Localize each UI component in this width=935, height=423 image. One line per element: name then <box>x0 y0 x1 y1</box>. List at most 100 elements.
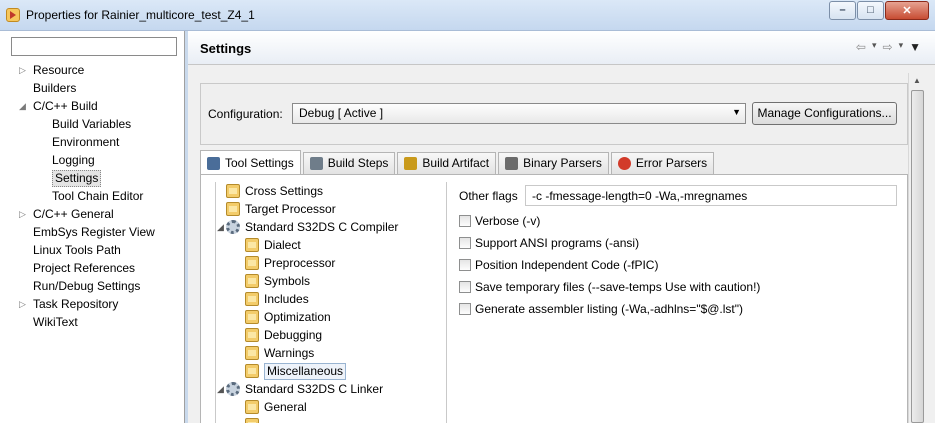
tree-item-standard-s32ds-c-compiler[interactable]: ◢ Standard S32DS C Compiler <box>216 218 446 236</box>
tool-gear-icon <box>226 220 240 234</box>
option-folder-icon <box>245 328 259 342</box>
tree-item-includes[interactable]: Includes <box>216 290 446 308</box>
view-menu-icon[interactable]: ▼ <box>909 40 921 54</box>
tree-item-label: Includes <box>264 292 309 306</box>
properties-nav-list: ▷ Resource Builders ◢ C/C++ Build Build Varia… <box>0 61 185 331</box>
page-title: Settings <box>200 41 252 56</box>
back-icon[interactable]: ⇦ <box>856 40 866 54</box>
sidebar-item-logging[interactable]: Logging <box>0 151 185 169</box>
sidebar-item-label: Settings <box>52 170 102 187</box>
tree-item-label: Symbols <box>264 274 311 288</box>
tree-item-miscellaneous[interactable]: Miscellaneous <box>216 362 446 380</box>
collapse-icon[interactable]: ◢ <box>19 97 29 115</box>
minimize-icon: – <box>839 4 846 16</box>
tab-tool-settings[interactable]: Tool Settings <box>200 150 301 174</box>
history-nav: ⇦ ▾ ⇨ ▾ ▼ <box>856 40 921 54</box>
filter-input[interactable] <box>11 37 177 56</box>
sidebar-item-embsys-register-view[interactable]: EmbSys Register View <box>0 223 185 241</box>
tree-item-symbols[interactable]: Symbols <box>216 272 446 290</box>
tree-item-general[interactable]: General <box>216 398 446 416</box>
settings-content: Configuration: Debug [ Active ] ▼ Manage… <box>200 73 908 423</box>
tree-item-target-processor[interactable]: Target Processor <box>216 200 446 218</box>
tab-build-steps[interactable]: Build Steps <box>302 152 396 174</box>
maximize-button[interactable]: □ <box>857 1 884 20</box>
tab-binary-parsers[interactable]: Binary Parsers <box>498 152 609 174</box>
tree-item-dialect[interactable]: Dialect <box>216 236 446 254</box>
tool-gear-icon <box>226 382 240 396</box>
forward-dropdown-icon[interactable]: ▾ <box>899 40 904 54</box>
checkbox[interactable] <box>459 259 471 271</box>
option-folder-icon <box>245 238 259 252</box>
minimize-button[interactable]: – <box>829 1 856 20</box>
vertical-scrollbar[interactable]: ▲ <box>908 73 925 423</box>
sidebar-item-builders[interactable]: Builders <box>0 79 185 97</box>
tree-item-label: Miscellaneous <box>264 363 347 380</box>
sidebar-item-tool-chain-editor[interactable]: Tool Chain Editor <box>0 187 185 205</box>
tree-item-cross-settings[interactable]: Cross Settings <box>216 182 446 200</box>
sidebar-item-c-c-general[interactable]: ▷ C/C++ General <box>0 205 185 223</box>
checkbox-label: Position Independent Code (-fPIC) <box>475 258 659 272</box>
configuration-value: Debug [ Active ] <box>299 106 384 120</box>
expand-icon[interactable]: ▷ <box>19 61 29 79</box>
sidebar-item-task-repository[interactable]: ▷ Task Repository <box>0 295 185 313</box>
tree-item-label: Warnings <box>264 346 315 360</box>
checkbox-label: Verbose (-v) <box>475 214 541 228</box>
collapse-icon[interactable]: ◢ <box>217 218 224 236</box>
sidebar-item-c-c-build[interactable]: ◢ C/C++ Build <box>0 97 185 115</box>
tab-build-artifact[interactable]: Build Artifact <box>397 152 497 174</box>
sidebar-item-settings[interactable]: Settings <box>0 169 185 187</box>
settings-page: Settings ⇦ ▾ ⇨ ▾ ▼ Configuration: Debug … <box>188 31 935 423</box>
close-button[interactable]: ✕ <box>885 1 929 20</box>
error-parsers-icon <box>617 157 631 170</box>
tree-item-preprocessor[interactable]: Preprocessor <box>216 254 446 272</box>
configuration-select[interactable]: Debug [ Active ] ▼ <box>292 103 746 124</box>
configuration-label: Configuration: <box>208 107 283 121</box>
tool-settings-panel: Cross Settings Target Processor ◢ Standard … <box>200 174 908 423</box>
sidebar-item-label: WikiText <box>33 315 78 329</box>
expand-icon[interactable]: ▷ <box>19 295 29 313</box>
window-controls: – □ ✕ <box>828 1 929 20</box>
tree-item-warnings[interactable]: Warnings <box>216 344 446 362</box>
sidebar-item-environment[interactable]: Environment <box>0 133 185 151</box>
back-dropdown-icon[interactable]: ▾ <box>872 40 877 54</box>
tree-item-label: Optimization <box>264 310 331 324</box>
sidebar-item-wikitext[interactable]: WikiText <box>0 313 185 331</box>
checkbox[interactable] <box>459 215 471 227</box>
app-icon <box>6 8 20 22</box>
other-flags-input[interactable]: -c -fmessage-length=0 -Wa,-mregnames <box>525 185 897 206</box>
sidebar-item-resource[interactable]: ▷ Resource <box>0 61 185 79</box>
window-titlebar[interactable]: Properties for Rainier_multicore_test_Z4… <box>0 0 935 31</box>
tree-item-label: Debugging <box>264 328 323 342</box>
sidebar-item-build-variables[interactable]: Build Variables <box>0 115 185 133</box>
checkbox-label: Save temporary files (--save-temps Use w… <box>475 280 761 294</box>
checkbox[interactable] <box>459 281 471 293</box>
build-steps-icon <box>309 157 323 170</box>
tree-item-label: Dialect <box>264 238 301 252</box>
sidebar-item-linux-tools-path[interactable]: Linux Tools Path <box>0 241 185 259</box>
sidebar-item-label: Project References <box>33 261 136 275</box>
sidebar-item-label: Tool Chain Editor <box>52 189 144 203</box>
sidebar-item-project-references[interactable]: Project References <box>0 259 185 277</box>
expand-icon[interactable]: ▷ <box>19 205 29 223</box>
sidebar-item-label: Run/Debug Settings <box>33 279 141 293</box>
collapse-icon[interactable]: ◢ <box>217 380 224 398</box>
dropdown-arrow-icon: ▼ <box>732 107 741 117</box>
tree-item-partial[interactable] <box>216 416 446 423</box>
properties-nav-pane: ▷ Resource Builders ◢ C/C++ Build Build Varia… <box>0 31 185 423</box>
checkbox[interactable] <box>459 303 471 315</box>
sidebar-item-label: Builders <box>33 81 77 95</box>
manage-configurations-button[interactable]: Manage Configurations... <box>752 102 897 125</box>
forward-icon[interactable]: ⇨ <box>883 40 893 54</box>
tree-item-optimization[interactable]: Optimization <box>216 308 446 326</box>
tree-item-debugging[interactable]: Debugging <box>216 326 446 344</box>
option-folder-icon <box>245 256 259 270</box>
scroll-up-icon[interactable]: ▲ <box>913 76 921 85</box>
sidebar-item-run-debug-settings[interactable]: Run/Debug Settings <box>0 277 185 295</box>
tree-item-standard-s32ds-c-linker[interactable]: ◢ Standard S32DS C Linker <box>216 380 446 398</box>
tree-item-label: General <box>264 400 307 414</box>
sidebar-item-label: Linux Tools Path <box>33 243 121 257</box>
scroll-thumb[interactable] <box>911 90 924 423</box>
tree-item-label: Target Processor <box>245 202 336 216</box>
checkbox[interactable] <box>459 237 471 249</box>
tab-error-parsers[interactable]: Error Parsers <box>610 152 715 174</box>
